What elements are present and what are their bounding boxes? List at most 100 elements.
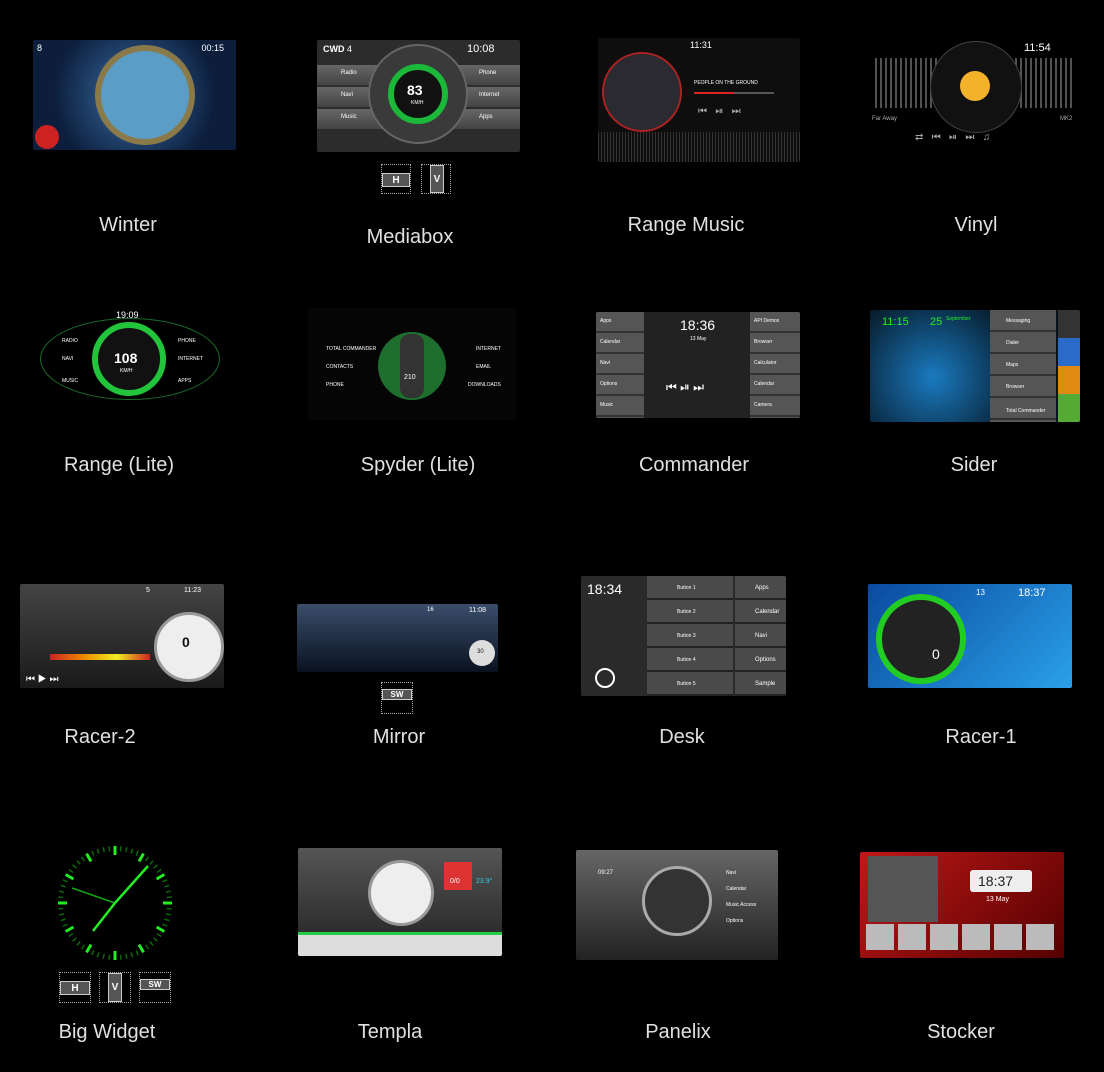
santa-icon bbox=[35, 125, 59, 149]
mode-horizontal-button[interactable]: H bbox=[59, 972, 91, 1003]
text: TOTAL COMMANDER bbox=[326, 346, 377, 352]
clock-tick bbox=[165, 913, 171, 916]
clock-tick bbox=[130, 952, 134, 958]
text: 13 May bbox=[690, 336, 707, 342]
theme-name: Winter bbox=[99, 214, 157, 236]
text: 83 bbox=[407, 82, 423, 98]
decoration: CWD bbox=[323, 44, 345, 54]
theme-name: Racer-2 bbox=[64, 726, 136, 748]
text: Button 4 bbox=[677, 657, 696, 663]
theme-preview: Apps Calendar Navi Options Music API Dem… bbox=[596, 312, 800, 418]
text: 0/0 bbox=[450, 878, 460, 885]
text: 19:09 bbox=[116, 310, 139, 320]
text: Calculator bbox=[754, 360, 777, 366]
text: Options bbox=[600, 381, 618, 387]
text: Button 3 bbox=[677, 633, 696, 639]
clock-tick bbox=[156, 932, 162, 938]
theme-name: Range Music bbox=[627, 214, 745, 236]
text: Music bbox=[341, 114, 357, 120]
text: API Demos bbox=[754, 318, 780, 324]
theme-name: Sider bbox=[950, 454, 998, 476]
clock-tick bbox=[108, 954, 111, 960]
text: Navi bbox=[600, 360, 611, 366]
clock-tick bbox=[144, 944, 150, 950]
text: Far Away bbox=[872, 116, 897, 122]
decoration bbox=[876, 594, 966, 684]
text: V bbox=[108, 973, 122, 1002]
clock-tick bbox=[91, 850, 95, 856]
clock-tick bbox=[76, 860, 81, 865]
text: 09:27 bbox=[598, 870, 614, 876]
text: PHONE bbox=[178, 338, 196, 344]
text: 210 bbox=[404, 374, 416, 381]
clock-tick bbox=[91, 950, 95, 956]
clock-tick bbox=[137, 943, 145, 954]
theme-preview: 8 00:15 bbox=[33, 40, 236, 150]
theme-preview: 210 TOTAL COMMANDER CONTACTS PHONE INTER… bbox=[308, 308, 516, 420]
mode-vertical-button[interactable]: V bbox=[99, 972, 131, 1003]
text: SW bbox=[140, 979, 170, 990]
mode-vertical-button[interactable]: V bbox=[421, 164, 451, 194]
text: 18:34 bbox=[587, 581, 623, 597]
clock-tick bbox=[155, 873, 166, 881]
theme-name: Racer-1 bbox=[945, 726, 1017, 748]
text: KM/H bbox=[120, 368, 133, 374]
clock-tick bbox=[108, 846, 111, 852]
decoration: ⏮ ⏯ ⏭ bbox=[666, 380, 704, 394]
text: Phone bbox=[479, 70, 497, 76]
text: Calendar bbox=[755, 609, 780, 615]
clock-tick bbox=[153, 937, 158, 942]
text: 18:37 bbox=[978, 873, 1014, 889]
clock-tick bbox=[130, 848, 134, 854]
text: 16 bbox=[427, 607, 434, 613]
text: 23.9° bbox=[476, 878, 493, 885]
text: 10:08 bbox=[467, 43, 495, 55]
text: Navi bbox=[726, 870, 737, 876]
text: PHONE bbox=[326, 382, 344, 388]
theme-name: Templa bbox=[357, 1021, 423, 1043]
clock-tick bbox=[59, 913, 65, 916]
clock-tick bbox=[153, 864, 158, 869]
theme-preview: 19:09 108 KM/H RADIO NAVI MUSIC PHONE IN… bbox=[30, 300, 228, 418]
theme-preview: 11:31 PEOPLE ON THE GROUND ⏮ ⏯ ⏭ bbox=[598, 38, 800, 162]
decoration bbox=[595, 668, 615, 688]
text: DOWNLOADS bbox=[468, 382, 501, 388]
clock-tick bbox=[96, 952, 100, 958]
decoration: ⏮ ▶ ⏭ bbox=[26, 674, 59, 685]
text: NAVI bbox=[62, 356, 74, 362]
theme-preview: 18:34 Button 1 Button 2 Button 3 Button … bbox=[581, 576, 786, 696]
clock-tick bbox=[60, 884, 66, 888]
theme-preview: 0/0 23.9° bbox=[298, 848, 502, 956]
mode-sw-button[interactable]: SW bbox=[381, 682, 413, 714]
clock-tick bbox=[144, 856, 150, 862]
text: 11:54 bbox=[1024, 42, 1051, 54]
text: Calendar bbox=[726, 886, 747, 892]
text: 25 bbox=[930, 316, 943, 328]
text: CONTACTS bbox=[326, 364, 354, 370]
clock-tick bbox=[162, 879, 168, 883]
clock-tick bbox=[119, 954, 122, 960]
decoration bbox=[298, 932, 502, 956]
text: 11:08 bbox=[469, 607, 486, 614]
decoration bbox=[444, 862, 472, 890]
text: 0 bbox=[182, 634, 190, 650]
text: 13 bbox=[976, 588, 985, 597]
clock-icon bbox=[95, 45, 195, 145]
text: PEOPLE ON THE GROUND bbox=[694, 80, 758, 86]
text: H bbox=[60, 981, 90, 995]
decoration bbox=[368, 860, 434, 926]
clock-tick bbox=[76, 941, 81, 946]
text: Button 1 bbox=[677, 585, 696, 591]
text: Messaging bbox=[1006, 318, 1031, 324]
text: Options bbox=[755, 657, 776, 663]
clock-tick bbox=[62, 923, 68, 927]
clock-tick bbox=[62, 879, 68, 883]
clock-tick bbox=[64, 925, 75, 933]
clock-tick bbox=[68, 868, 74, 874]
clock-tick bbox=[59, 890, 65, 893]
clock-tick bbox=[68, 932, 74, 938]
mode-sw-button[interactable]: SW bbox=[139, 972, 171, 1003]
text: 30 bbox=[477, 649, 484, 655]
clock-icon bbox=[58, 846, 172, 960]
mode-horizontal-button[interactable]: H bbox=[381, 164, 411, 194]
